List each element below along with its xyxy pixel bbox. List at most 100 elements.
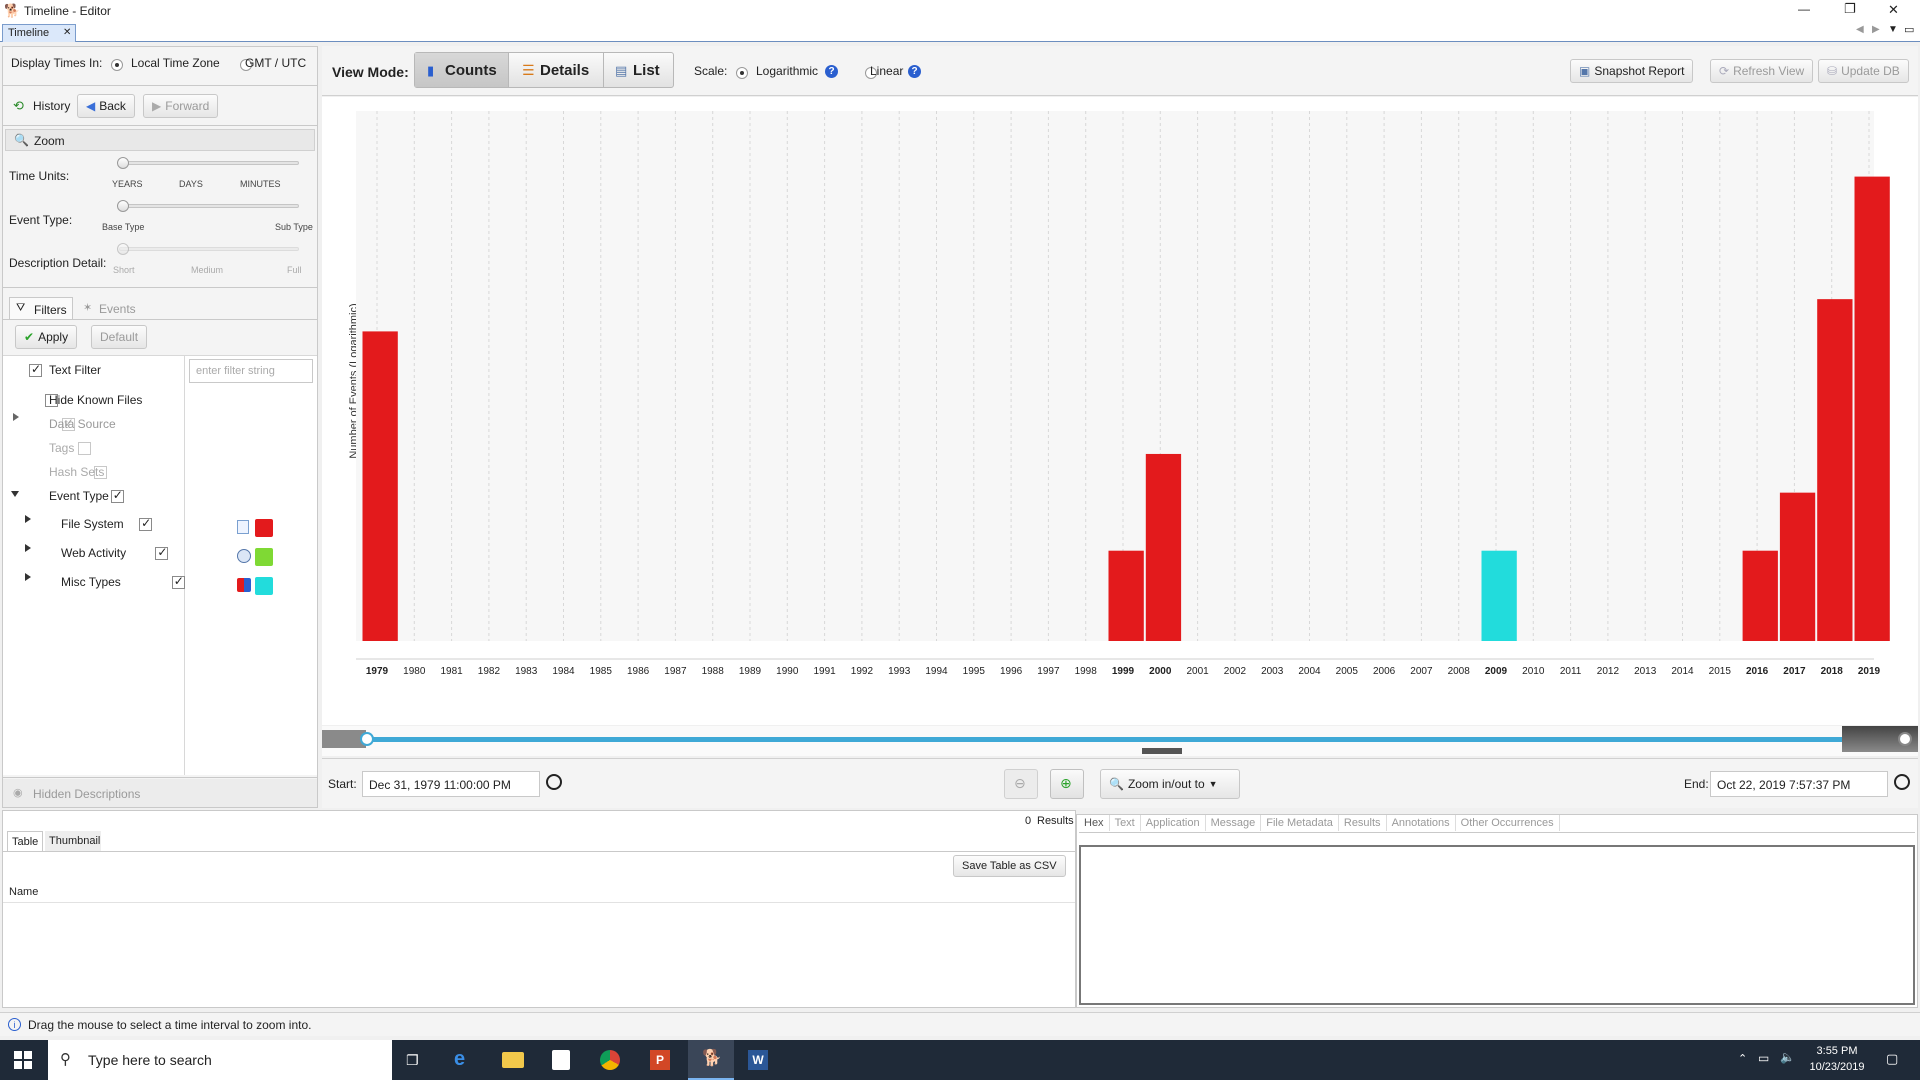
hidden-descriptions-header[interactable]: ◉ Hidden Descriptions — [3, 779, 317, 807]
tab-table[interactable]: Table — [7, 831, 43, 851]
maximize-button[interactable]: ❐ — [1844, 1, 1856, 17]
content-tab-other-occurrences[interactable]: Other Occurrences — [1456, 815, 1560, 831]
x-tick-label[interactable]: 2001 — [1186, 666, 1209, 677]
tab-scroll-left-icon[interactable]: ◀ — [1856, 24, 1864, 35]
x-tick-label[interactable]: 1999 — [1112, 666, 1135, 677]
file-explorer-icon[interactable] — [502, 1052, 524, 1068]
clock-date[interactable]: 10/23/2019 — [1806, 1061, 1868, 1073]
col-name-header[interactable]: Name — [9, 886, 38, 898]
x-tick-label[interactable]: 1991 — [813, 666, 836, 677]
tab-timeline[interactable]: Timeline ✕ — [2, 24, 76, 42]
x-tick-label[interactable]: 2013 — [1634, 666, 1657, 677]
x-tick-label[interactable]: 2006 — [1373, 666, 1396, 677]
x-tick-label[interactable]: 1987 — [664, 666, 687, 677]
tab-close-icon[interactable]: ✕ — [63, 27, 71, 38]
snapshot-report-button[interactable]: ▣ Snapshot Report — [1570, 59, 1694, 83]
bar-1979[interactable] — [362, 331, 398, 641]
log-help-icon[interactable]: ? — [825, 65, 838, 78]
save-csv-button[interactable]: Save Table as CSV — [953, 855, 1066, 877]
default-button[interactable]: Default — [91, 325, 148, 349]
content-tab-results[interactable]: Results — [1339, 815, 1387, 831]
update-db-button[interactable]: ⛁ Update DB — [1818, 59, 1909, 83]
zoom-out-button[interactable]: ⊖ — [1004, 769, 1038, 799]
x-tick-label[interactable]: 1979 — [366, 666, 389, 677]
event-type-slider-thumb[interactable] — [117, 200, 129, 212]
content-tab-message[interactable]: Message — [1206, 815, 1262, 831]
file-system-checkbox[interactable] — [139, 516, 153, 532]
desc-detail-slider[interactable] — [119, 247, 299, 251]
local-tz-radio[interactable] — [111, 58, 123, 71]
x-tick-label[interactable]: 2018 — [1821, 666, 1844, 677]
details-button[interactable]: ☰ Details — [510, 53, 604, 87]
events-tab[interactable]: ✶ Events — [75, 297, 139, 319]
store-icon[interactable] — [552, 1050, 570, 1070]
x-tick-label[interactable]: 2005 — [1336, 666, 1359, 677]
misc-types-color-swatch[interactable] — [255, 577, 273, 595]
x-tick-label[interactable]: 1994 — [925, 666, 948, 677]
edge-icon[interactable]: e — [454, 1048, 465, 1071]
time-units-slider-thumb[interactable] — [117, 157, 129, 169]
x-tick-label[interactable]: 1997 — [1037, 666, 1060, 677]
notification-icon[interactable]: ▢ — [1886, 1051, 1898, 1067]
x-tick-label[interactable]: 1989 — [739, 666, 762, 677]
x-tick-label[interactable]: 1982 — [478, 666, 501, 677]
bar-2019[interactable] — [1854, 176, 1890, 641]
x-tick-label[interactable]: 2000 — [1149, 666, 1172, 677]
x-tick-label[interactable]: 2014 — [1671, 666, 1694, 677]
list-button[interactable]: ▤ List — [605, 53, 673, 87]
bar-2016[interactable] — [1742, 550, 1778, 641]
windows-start-icon[interactable] — [14, 1051, 32, 1069]
tab-thumbnail[interactable]: Thumbnail — [45, 831, 101, 851]
file-system-expand-icon[interactable] — [25, 515, 31, 523]
bar-2017[interactable] — [1779, 492, 1816, 641]
content-tab-text[interactable]: Text — [1110, 815, 1141, 831]
x-tick-label[interactable]: 1983 — [515, 666, 538, 677]
end-clock-icon[interactable] — [1894, 774, 1910, 790]
task-view-icon[interactable]: ❐ — [406, 1052, 419, 1069]
content-tab-application[interactable]: Application — [1141, 815, 1206, 831]
end-date-field[interactable]: Oct 22, 2019 7:57:37 PM — [1710, 771, 1888, 797]
event-type-collapse-icon[interactable] — [11, 491, 19, 497]
x-tick-label[interactable]: 2012 — [1597, 666, 1620, 677]
x-tick-label[interactable]: 2010 — [1522, 666, 1545, 677]
x-tick-label[interactable]: 2003 — [1261, 666, 1284, 677]
x-tick-label[interactable]: 1993 — [888, 666, 911, 677]
event-type-slider[interactable] — [119, 204, 299, 208]
x-tick-label[interactable]: 1995 — [963, 666, 986, 677]
chart-area[interactable]: Number of Events (Logarithmic) 1979 1980 1… — [322, 97, 1918, 725]
network-icon[interactable]: ▭ — [1758, 1051, 1769, 1065]
content-tab-file-metadata[interactable]: File Metadata — [1261, 815, 1339, 831]
autopsy-taskbar-item[interactable]: 🐕 — [688, 1040, 734, 1080]
range-start-handle[interactable] — [360, 732, 374, 746]
data-source-expand-icon[interactable] — [13, 413, 19, 421]
x-tick-label[interactable]: 2011 — [1560, 666, 1582, 677]
x-tick-label[interactable]: 2019 — [1858, 666, 1881, 677]
clock-time[interactable]: 3:55 PM — [1812, 1045, 1862, 1057]
x-tick-label[interactable]: 2002 — [1224, 666, 1247, 677]
x-tick-label[interactable]: 2007 — [1410, 666, 1433, 677]
apply-button[interactable]: ✔ Apply — [15, 325, 78, 349]
event-type-checkbox[interactable] — [110, 488, 124, 504]
event-count-chart[interactable]: 1979 1980 1981 1982 1983 1984 1985 1986 1987 1988… — [322, 97, 1918, 725]
text-filter-input[interactable]: enter filter string — [189, 359, 313, 383]
zoom-in-button[interactable]: ⊕ — [1050, 769, 1084, 799]
minimize-button[interactable]: — — [1798, 2, 1810, 16]
tab-scroll-right-icon[interactable]: ▶ — [1872, 24, 1880, 35]
chrome-icon[interactable] — [600, 1050, 620, 1070]
taskbar-search[interactable]: ⚲ Type here to search — [48, 1040, 392, 1080]
start-date-field[interactable]: Dec 31, 1979 11:00:00 PM — [362, 771, 540, 797]
misc-types-expand-icon[interactable] — [25, 573, 31, 581]
x-tick-label[interactable]: 1988 — [702, 666, 725, 677]
file-system-color-swatch[interactable] — [255, 519, 273, 537]
zoom-to-dropdown[interactable]: 🔍 Zoom in/out to ▼ — [1100, 769, 1240, 799]
x-tick-label[interactable]: 2004 — [1298, 666, 1321, 677]
forward-button[interactable]: ▶ Forward — [143, 94, 219, 118]
x-tick-label[interactable]: 2009 — [1485, 666, 1508, 677]
tags-checkbox[interactable] — [78, 442, 92, 456]
desc-detail-slider-thumb[interactable] — [117, 243, 129, 255]
x-tick-label[interactable]: 1981 — [440, 666, 463, 677]
volume-icon[interactable]: 🔈 — [1780, 1050, 1795, 1064]
word-icon[interactable]: W — [748, 1050, 768, 1070]
web-activity-color-swatch[interactable] — [255, 548, 273, 566]
text-filter-checkbox[interactable] — [29, 362, 42, 378]
